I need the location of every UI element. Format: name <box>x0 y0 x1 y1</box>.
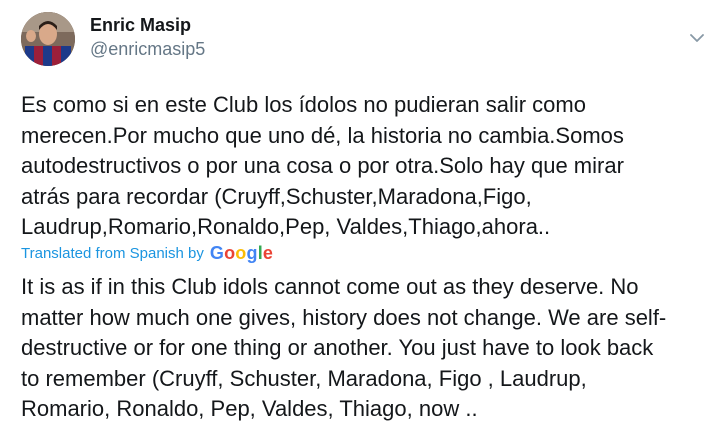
author-name[interactable]: Enric Masip <box>90 14 191 36</box>
chevron-down-icon[interactable] <box>690 30 704 42</box>
tweet-text: Es como si en este Club los ídolos no pu… <box>21 92 624 239</box>
avatar-photo <box>21 12 75 66</box>
avatar[interactable] <box>21 12 75 66</box>
tweet-card: Enric Masip @enricmasip5 Es como si en e… <box>0 0 720 432</box>
translated-from-label[interactable]: Translated from Spanish by <box>21 245 204 262</box>
google-logo: Google <box>209 242 274 263</box>
translated-tweet-text: It is as if in this Club idols cannot co… <box>21 274 667 421</box>
author-handle[interactable]: @enricmasip5 <box>90 38 205 60</box>
translation-attribution: Translated from Spanish by Google <box>21 242 273 264</box>
